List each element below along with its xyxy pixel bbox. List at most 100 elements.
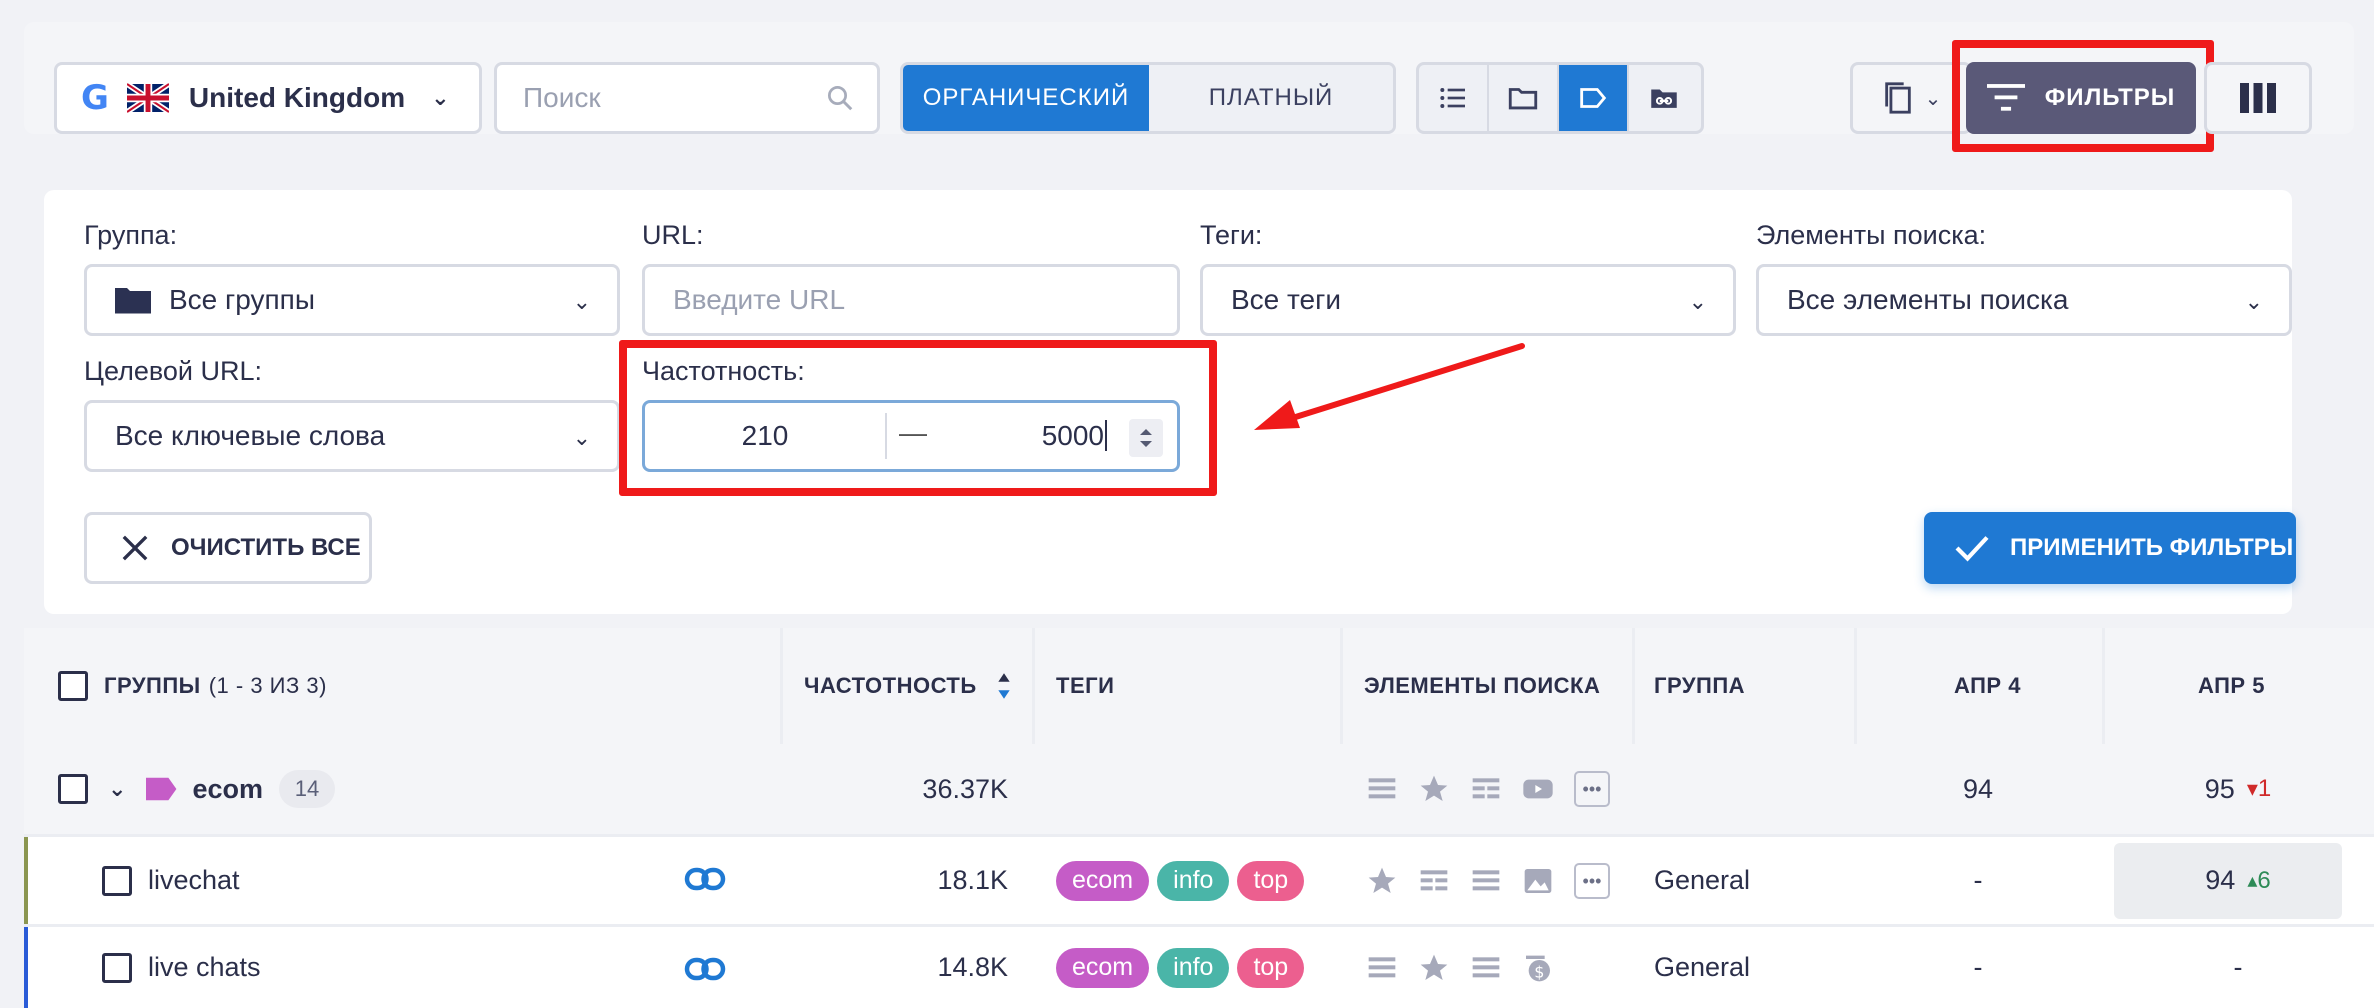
clear-all-button[interactable]: ОЧИСТИТЬ ВСЕ bbox=[84, 512, 372, 584]
view-mode-toggle bbox=[1416, 62, 1704, 134]
keyword-name: live chats bbox=[148, 952, 261, 982]
check-icon bbox=[1955, 536, 1989, 562]
apr5-value: 94 bbox=[2205, 865, 2236, 895]
row-accent-bar bbox=[24, 837, 28, 924]
search-input[interactable]: Поиск bbox=[494, 62, 880, 134]
url-filter-placeholder: Введите URL bbox=[673, 284, 846, 315]
keywords-table: ГРУППЫ (1 - 3 ИЗ 3) ЧАСТОТНОСТЬ ТЕГИ ЭЛЕ… bbox=[24, 628, 2374, 1008]
header-apr5: АПР 5 bbox=[2198, 673, 2265, 698]
tag-badge[interactable]: ecom bbox=[1056, 947, 1150, 988]
link-icon[interactable] bbox=[684, 863, 726, 895]
star-icon bbox=[1420, 775, 1448, 801]
group-filter-label: Группа: bbox=[84, 220, 178, 250]
url-filter-label: URL: bbox=[642, 220, 704, 250]
chevron-down-icon[interactable]: ⌄ bbox=[108, 776, 126, 802]
frequency-cell: 36.37K bbox=[922, 773, 1008, 804]
svg-text:$: $ bbox=[1534, 962, 1544, 981]
tag-icon bbox=[1580, 88, 1607, 108]
view-folder-button[interactable] bbox=[1489, 65, 1559, 131]
apr4-cell: - bbox=[1973, 865, 1983, 895]
url-filter-input[interactable]: Введите URL bbox=[642, 264, 1180, 336]
keyword-cell: livechat bbox=[102, 837, 240, 924]
chevron-down-icon: ⌄ bbox=[431, 85, 450, 110]
money-icon: $ bbox=[1526, 955, 1550, 981]
header-frequency-label: ЧАСТОТНОСТЬ bbox=[804, 673, 977, 698]
apr5-cell: 95 ▾ 1 bbox=[2102, 744, 2374, 834]
serp-features-cell: ••• bbox=[1366, 744, 1610, 834]
folder-icon bbox=[115, 288, 151, 314]
google-icon: G bbox=[81, 78, 109, 118]
tag-badge[interactable]: top bbox=[1237, 947, 1305, 988]
table-row: live chats 14.8K ecom info top $ General… bbox=[24, 927, 2374, 1008]
apply-filters-button[interactable]: ПРИМЕНИТЬ ФИЛЬТРЫ bbox=[1924, 512, 2296, 584]
tags-cell: ecom info top bbox=[1056, 837, 1312, 924]
header-groups-label: ГРУППЫ bbox=[104, 673, 201, 698]
clear-all-label: ОЧИСТИТЬ ВСЕ bbox=[171, 534, 361, 561]
highlight-box-filters bbox=[1952, 40, 2214, 152]
search-type-toggle: ОРГАНИЧЕСКИЙ ПЛАТНЫЙ bbox=[900, 62, 1396, 134]
group-count-badge: 14 bbox=[278, 770, 335, 808]
group-name[interactable]: ecom bbox=[192, 774, 263, 805]
group-filter-value: Все группы bbox=[169, 284, 315, 315]
keyword-name: livechat bbox=[148, 865, 240, 895]
row-accent-bar bbox=[24, 927, 28, 1008]
group-name-cell: ⌄ ecom 14 bbox=[58, 744, 335, 834]
target-url-select[interactable]: Все ключевые слова ⌄ bbox=[84, 400, 620, 472]
arrow-up-icon: ▴ bbox=[2247, 870, 2258, 892]
target-url-label: Целевой URL: bbox=[84, 356, 263, 386]
table-icon bbox=[1420, 869, 1448, 890]
tag-icon bbox=[146, 777, 177, 801]
lines-icon bbox=[1472, 956, 1500, 977]
tag-badge[interactable]: info bbox=[1157, 947, 1230, 988]
tab-paid[interactable]: ПЛАТНЫЙ bbox=[1149, 65, 1393, 131]
target-url-value: Все ключевые слова bbox=[115, 420, 386, 451]
search-icon bbox=[828, 86, 853, 111]
country-select[interactable]: G United Kingdom ⌄ bbox=[54, 62, 482, 134]
tag-badge[interactable]: top bbox=[1237, 860, 1305, 901]
serp-filter-select[interactable]: Все элементы поиска ⌄ bbox=[1756, 264, 2292, 336]
more-icon[interactable]: ••• bbox=[1574, 771, 1610, 807]
arrow-down-icon: ▾ bbox=[2246, 776, 2258, 801]
link-icon[interactable] bbox=[684, 953, 726, 985]
tags-filter-label: Теги: bbox=[1200, 220, 1263, 250]
row-checkbox[interactable] bbox=[102, 952, 132, 983]
link-folder-icon bbox=[1651, 89, 1677, 108]
serp-filter-label: Элементы поиска: bbox=[1756, 220, 1987, 250]
country-label: United Kingdom bbox=[188, 82, 406, 113]
table-icon bbox=[1472, 778, 1500, 799]
columns-icon bbox=[2240, 83, 2276, 113]
table-row: livechat 18.1K ecom info top ••• General… bbox=[24, 837, 2374, 924]
group-filter-select[interactable]: Все группы ⌄ bbox=[84, 264, 620, 336]
columns-button[interactable] bbox=[2204, 62, 2312, 134]
apr5-delta: 1 bbox=[2257, 775, 2272, 802]
select-all-checkbox[interactable] bbox=[58, 671, 88, 701]
search-placeholder: Поиск bbox=[523, 82, 601, 113]
row-checkbox[interactable] bbox=[102, 865, 132, 896]
row-checkbox[interactable] bbox=[58, 774, 88, 804]
view-tag-button[interactable] bbox=[1559, 65, 1629, 131]
tag-badge[interactable]: info bbox=[1157, 860, 1230, 901]
lines-icon bbox=[1472, 869, 1500, 890]
video-icon bbox=[1523, 779, 1553, 799]
keyword-cell: live chats bbox=[102, 927, 261, 1008]
chevron-down-icon: ⌄ bbox=[1688, 289, 1707, 314]
group-cell: General bbox=[1654, 952, 1751, 982]
apr4-cell: - bbox=[1973, 952, 1983, 982]
view-list-button[interactable] bbox=[1419, 65, 1489, 131]
apply-filters-label: ПРИМЕНИТЬ ФИЛЬТРЫ bbox=[2010, 534, 2294, 561]
view-link-button[interactable] bbox=[1629, 65, 1699, 131]
header-frequency[interactable]: ЧАСТОТНОСТЬ bbox=[804, 628, 1044, 744]
chevron-down-icon: ⌄ bbox=[2244, 289, 2263, 314]
apr5-cell: - bbox=[2233, 952, 2243, 982]
tab-organic[interactable]: ОРГАНИЧЕСКИЙ bbox=[903, 65, 1149, 131]
close-icon bbox=[122, 535, 148, 561]
sort-icon bbox=[998, 673, 1010, 699]
copy-icon bbox=[1884, 82, 1911, 114]
tags-filter-value: Все теги bbox=[1231, 284, 1341, 315]
tags-filter-select[interactable]: Все теги ⌄ bbox=[1200, 264, 1736, 336]
tag-badge[interactable]: ecom bbox=[1056, 860, 1150, 901]
tags-cell: ecom info top bbox=[1056, 927, 1312, 1008]
header-groups-count: (1 - 3 ИЗ 3) bbox=[208, 673, 327, 698]
more-icon[interactable]: ••• bbox=[1574, 862, 1610, 899]
highlight-box-frequency bbox=[619, 340, 1217, 496]
